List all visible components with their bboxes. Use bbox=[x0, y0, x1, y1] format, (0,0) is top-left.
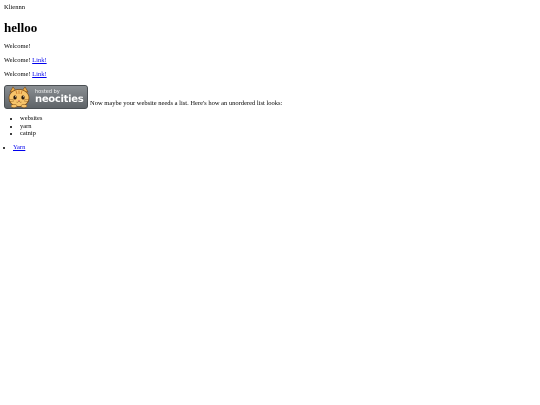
neocities-cat-icon bbox=[8, 86, 30, 108]
neocities-badge[interactable]: hosted by neocities bbox=[4, 85, 88, 109]
welcome-label: Welcome! bbox=[4, 43, 31, 50]
welcome-text-2: Welcome! Link! bbox=[4, 57, 536, 65]
badge-line: hosted by neocities Now maybe your websi… bbox=[4, 85, 536, 109]
welcome-text-1: Welcome! bbox=[4, 43, 536, 51]
welcome-text-3: Welcome! Link! bbox=[4, 71, 536, 79]
welcome-label: Welcome! bbox=[4, 71, 31, 78]
unordered-list: websites yarn catnip bbox=[4, 115, 536, 138]
page-title: helloo bbox=[4, 20, 38, 35]
page: Kliennn helloo Welcome! Welcome! Link! W… bbox=[0, 0, 540, 405]
welcome-link-3[interactable]: Link! bbox=[32, 71, 46, 78]
welcome-link-2[interactable]: Link! bbox=[32, 57, 46, 64]
badge-small-text: hosted by bbox=[35, 88, 60, 95]
nav-links-list: Yarn bbox=[4, 144, 536, 152]
list-item: catnip bbox=[20, 130, 536, 138]
badge-text: hosted by neocities bbox=[35, 88, 84, 105]
welcome-label: Welcome! bbox=[4, 57, 31, 64]
badge-big-text: neocities bbox=[35, 93, 84, 105]
nav-link-item: Yarn bbox=[13, 144, 536, 152]
site-name: Kliennn bbox=[4, 4, 25, 11]
list-item: yarn bbox=[20, 123, 536, 131]
list-item: websites bbox=[20, 115, 536, 123]
list-intro-text: Now maybe your website needs a list. Her… bbox=[90, 100, 283, 107]
yarn-link[interactable]: Yarn bbox=[13, 144, 25, 151]
